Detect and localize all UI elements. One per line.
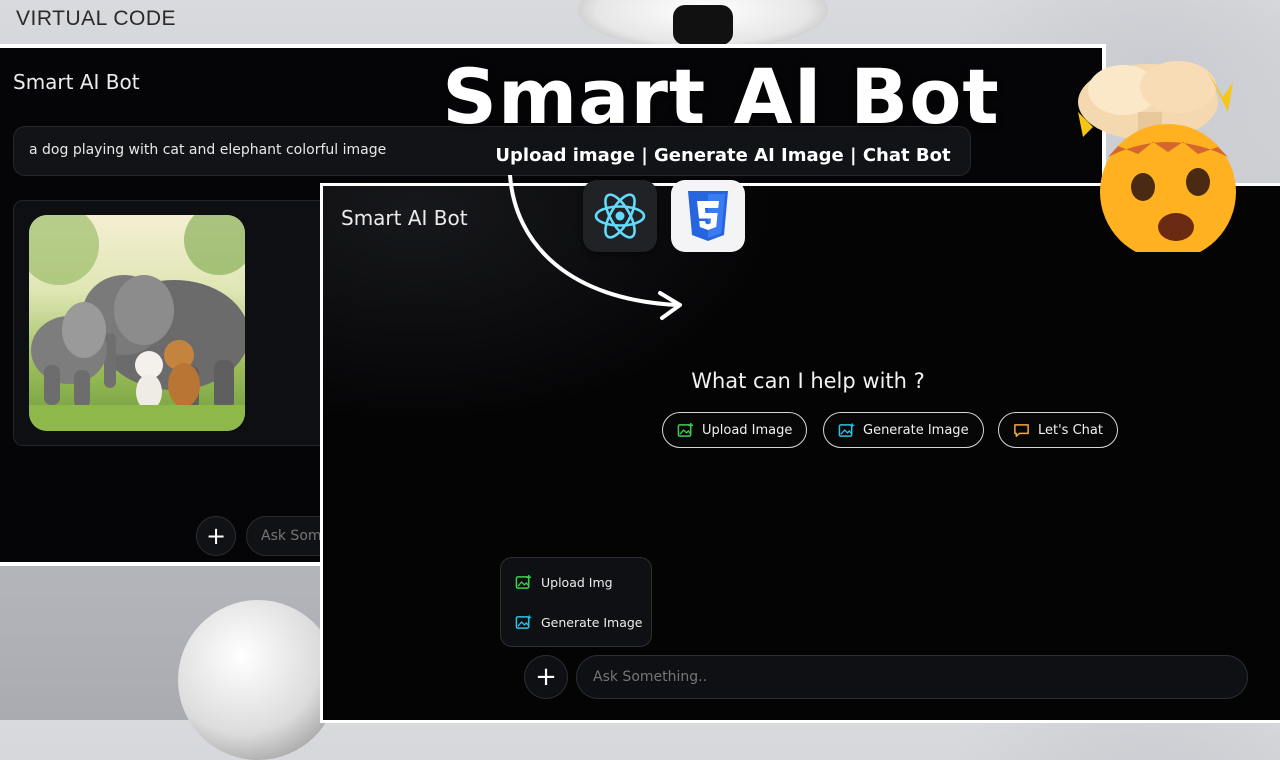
upload-image-label: Upload Image [702, 422, 793, 438]
headline-subtitle: Upload image | Generate AI Image | Chat … [495, 145, 951, 166]
lets-chat-button[interactable]: Let's Chat [998, 412, 1118, 448]
generated-image-card [13, 200, 333, 446]
front-window-title: Smart AI Bot [341, 206, 468, 230]
lets-chat-label: Let's Chat [1038, 422, 1103, 438]
headline-title: Smart AI Bot [442, 52, 1000, 141]
generated-image[interactable] [29, 215, 245, 431]
generate-image-label: Generate Image [863, 422, 969, 438]
menu-item-label: Upload Img [541, 574, 613, 590]
menu-item-generate-image[interactable]: Generate Image [515, 611, 643, 633]
robot-head-decoration [578, 0, 828, 50]
image-sparkle-icon [838, 421, 855, 437]
generate-image-button[interactable]: Generate Image [823, 412, 984, 448]
add-attachment-button[interactable]: + [524, 655, 568, 699]
chat-input[interactable] [576, 655, 1248, 699]
back-add-button[interactable]: + [196, 516, 236, 556]
menu-item-label: Generate Image [541, 614, 643, 630]
channel-name: VIRTUAL CODE [16, 7, 177, 30]
image-upload-icon [677, 422, 694, 437]
attachment-menu: Upload Img Generate Image [500, 557, 652, 647]
robot-helmet-decoration [178, 600, 338, 760]
front-app-window: Smart AI Bot What can I help with ? Uplo… [320, 183, 1280, 723]
exploding-head-emoji [1078, 61, 1236, 252]
back-window-title: Smart AI Bot [13, 70, 140, 94]
image-sparkle-icon [515, 613, 532, 629]
upload-image-button[interactable]: Upload Image [662, 412, 808, 448]
menu-item-upload-img[interactable]: Upload Img [515, 571, 613, 593]
curved-arrow-decoration [508, 175, 682, 320]
chat-bubble-icon [1014, 423, 1029, 437]
welcome-heading: What can I help with ? [691, 369, 925, 393]
robot-visor [673, 5, 733, 45]
image-upload-icon [515, 574, 532, 589]
